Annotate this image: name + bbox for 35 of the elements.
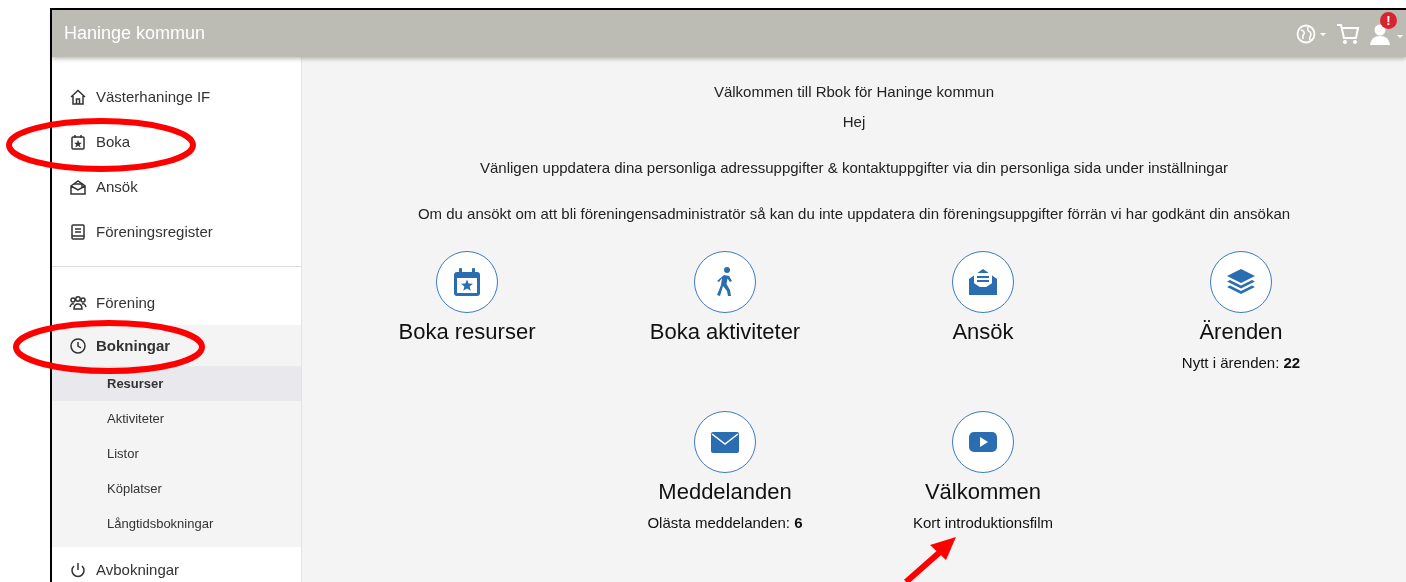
sidebar-subitem[interactable]: Långtidsbokningar	[52, 506, 301, 541]
home-icon	[69, 87, 87, 106]
site-title: Haninge kommun	[64, 23, 206, 44]
tile-title[interactable]: Ansök	[952, 317, 1014, 347]
calendar-star-icon	[451, 266, 483, 298]
sidebar-item[interactable]: Västerhaninge IF	[52, 74, 301, 119]
book-icon	[69, 222, 87, 241]
sidebar-item[interactable]: Bokningar	[52, 325, 301, 366]
sidebar-item[interactable]: Avbokningar	[52, 547, 301, 582]
tile-title[interactable]: Boka resurser	[398, 317, 536, 347]
clock-icon	[69, 336, 87, 355]
tile-subtitle: Olästa meddelanden: 6	[647, 513, 803, 533]
sidebar-item[interactable]: Ansök	[52, 164, 301, 209]
sidebar-subitem[interactable]: Resurser	[52, 366, 301, 401]
sidebar-item[interactable]: Boka	[52, 119, 301, 164]
tile-title[interactable]: Välkommen	[924, 477, 1042, 507]
notification-badge: !	[1380, 11, 1397, 29]
sidebar-item[interactable]: Förening	[52, 280, 301, 325]
power-icon	[69, 560, 87, 579]
tile-subtitle: Nytt i ärenden: 22	[1181, 353, 1301, 373]
tile-title[interactable]: Meddelanden	[658, 477, 792, 507]
welcome-text: Vänligen uppdatera dina personliga adressuppgifter & kontaktuppgifter via din personliga sida under inställningar	[479, 158, 1229, 178]
people-icon	[69, 293, 87, 312]
sidebar-subitem[interactable]: Aktiviteter	[52, 401, 301, 436]
welcome-text: Hej	[841, 112, 867, 132]
welcome-text: Välkommen till Rbok för Haninge kommun	[712, 82, 996, 102]
sidebar-subitem[interactable]: Köplatser	[52, 471, 301, 506]
tile-title[interactable]: Boka aktiviteter	[649, 317, 801, 347]
welcome-text: Om du ansökt om att bli föreningensadministratör så kan du inte uppdatera din föreningsuppgifter förrän vi har godkänt din ansökan	[416, 204, 1292, 224]
tile-subtitle: Kort introduktionsfilm	[912, 513, 1054, 533]
sidebar-subitem[interactable]: Listor	[52, 436, 301, 471]
tile-title[interactable]: Ärenden	[1199, 317, 1283, 347]
annotation-arrow	[904, 537, 956, 582]
sidebar-item[interactable]: Föreningsregister	[52, 209, 301, 254]
envelope-open-icon	[69, 177, 87, 196]
